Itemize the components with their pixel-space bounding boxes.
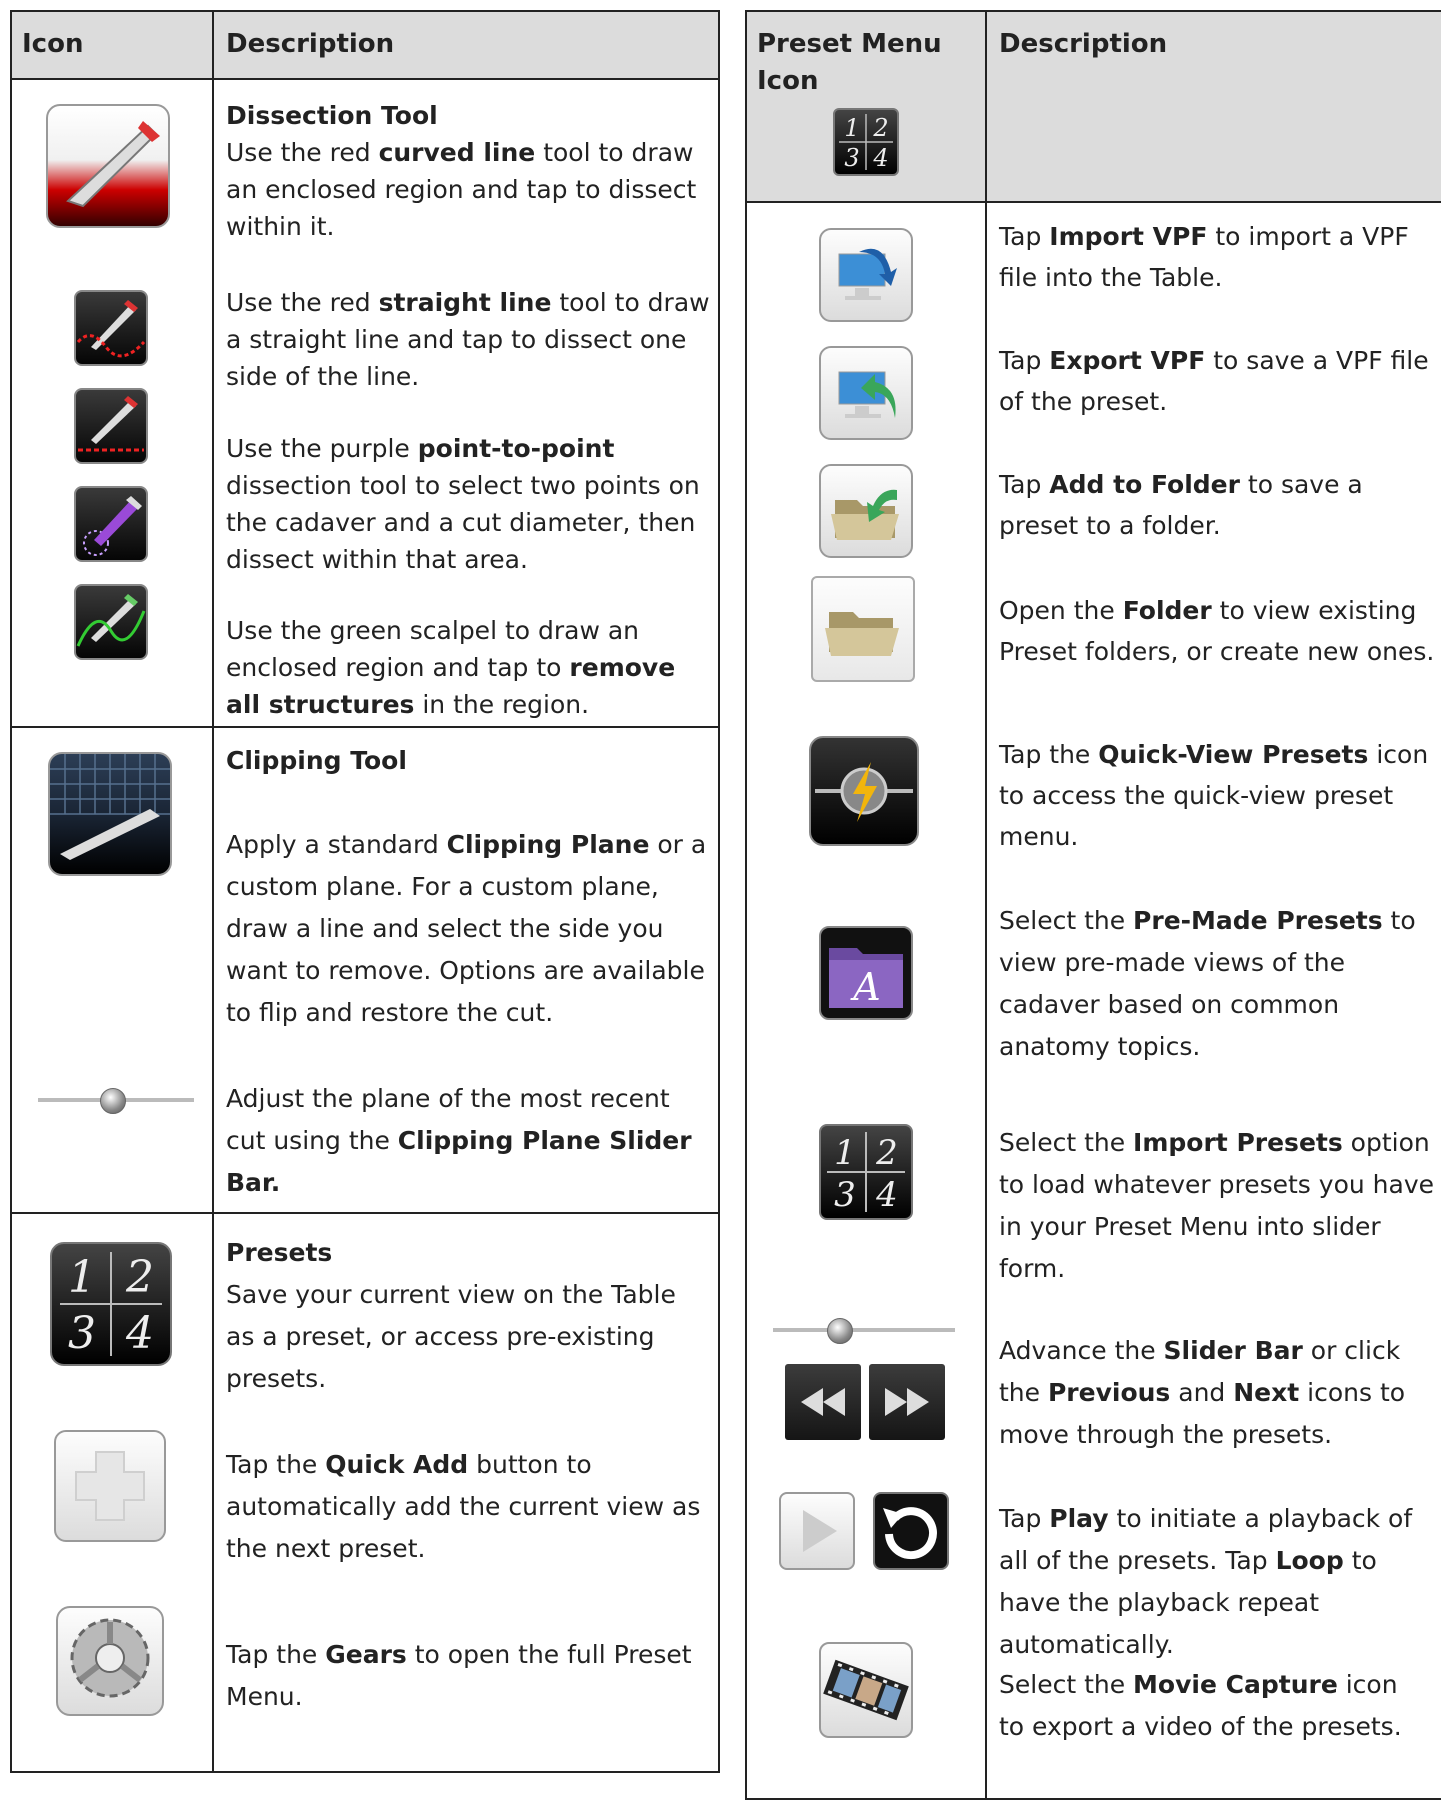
row-slider-bar: Advance the Slider Bar or click the Prev… — [999, 1336, 1406, 1449]
column-divider — [985, 12, 987, 1798]
svg-text:2: 2 — [875, 1133, 898, 1173]
svg-text:3: 3 — [68, 1308, 96, 1359]
svg-text:3: 3 — [844, 144, 859, 172]
slider-knob[interactable] — [100, 1088, 126, 1114]
presets-p3: Tap the Gears to open the full Preset Me… — [226, 1640, 692, 1711]
dissection-p4: Use the green scalpel to draw an enclose… — [226, 616, 676, 719]
presets-description: Presets Save your current view on the Ta… — [226, 1232, 706, 1400]
pre-made-presets-icon[interactable]: A — [819, 926, 913, 1020]
row-divider — [12, 1212, 718, 1214]
svg-text:4: 4 — [125, 1308, 154, 1359]
clipping-p2: Adjust the plane of the most recent cut … — [226, 1084, 692, 1197]
dissection-tool-icon — [46, 104, 170, 228]
svg-text:1: 1 — [844, 114, 859, 142]
preset-menu-table-right: Preset Menu Icon Description 1 2 3 4 Tap… — [745, 10, 1441, 1800]
svg-text:1: 1 — [68, 1252, 96, 1303]
quick-view-presets-icon[interactable] — [809, 736, 919, 846]
preset-slider-knob[interactable] — [827, 1318, 853, 1344]
export-vpf-icon[interactable] — [819, 346, 913, 440]
svg-text:1: 1 — [834, 1133, 856, 1173]
loop-icon[interactable] — [873, 1492, 949, 1570]
row-divider — [12, 726, 718, 728]
preset-slider-bar[interactable] — [773, 1328, 955, 1332]
svg-text:4: 4 — [872, 144, 888, 172]
svg-text:4: 4 — [875, 1175, 898, 1215]
folder-icon[interactable] — [811, 576, 915, 682]
point-to-point-icon — [74, 486, 148, 562]
presets-title: Presets — [226, 1238, 333, 1267]
svg-text:2: 2 — [872, 114, 888, 142]
clipping-tool-icon — [48, 752, 172, 876]
icon-description-table-left: Icon Description Dissection Tool Use the… — [10, 10, 720, 1773]
dissection-p2: Use the red straight line tool to draw a… — [226, 288, 710, 391]
gears-icon[interactable] — [56, 1606, 164, 1716]
quick-add-icon[interactable] — [54, 1430, 166, 1542]
clipping-title: Clipping Tool — [226, 746, 407, 775]
row-export-vpf: Tap Export VPF to save a VPF file of the… — [999, 346, 1429, 416]
header-preset-menu-icon: Preset Menu Icon — [757, 29, 942, 96]
clipping-p1: Apply a standard Clipping Plane or a cus… — [226, 830, 707, 1027]
straight-line-icon — [74, 388, 148, 464]
svg-text:A: A — [850, 965, 880, 1009]
dissection-p3: Use the purple point-to-point dissection… — [226, 434, 700, 574]
header-icon: Icon — [22, 29, 84, 59]
row-add-to-folder: Tap Add to Folder to save a preset to a … — [999, 470, 1363, 540]
dissection-title: Dissection Tool — [226, 101, 438, 130]
column-divider — [212, 12, 214, 1771]
row-import-vpf: Tap Import VPF to import a VPF file into… — [999, 222, 1409, 292]
row-quick-view: Tap the Quick-View Presets icon to acces… — [999, 740, 1429, 851]
header-description: Description — [999, 29, 1168, 59]
next-icon[interactable] — [869, 1364, 945, 1440]
movie-capture-icon[interactable] — [819, 1642, 913, 1738]
dissection-description: Dissection Tool Use the red curved line … — [226, 97, 706, 245]
svg-text:3: 3 — [834, 1175, 856, 1215]
row-folder: Open the Folder to view existing Preset … — [999, 596, 1435, 666]
dissection-p1: Use the red curved line tool to draw an … — [226, 138, 697, 241]
add-to-folder-icon[interactable] — [819, 464, 913, 558]
presets-grid-icon: 1 2 3 4 — [50, 1242, 172, 1366]
row-play-loop: Tap Play to initiate a playback of all o… — [999, 1504, 1413, 1659]
preset-menu-grid-icon: 1 2 3 4 — [833, 108, 899, 176]
row-pre-made: Select the Pre-Made Presets to view pre-… — [999, 906, 1416, 1061]
play-icon[interactable] — [779, 1492, 855, 1570]
green-scalpel-icon — [74, 584, 148, 660]
import-vpf-icon[interactable] — [819, 228, 913, 322]
row-import-presets: Select the Import Presets option to load… — [999, 1128, 1434, 1283]
svg-text:2: 2 — [125, 1252, 154, 1303]
presets-p2: Tap the Quick Add button to automaticall… — [226, 1450, 701, 1563]
import-presets-icon[interactable]: 1 2 3 4 — [819, 1124, 913, 1220]
curved-line-icon — [74, 290, 148, 366]
previous-icon[interactable] — [785, 1364, 861, 1440]
presets-p1: Save your current view on the Table as a… — [226, 1280, 676, 1393]
row-movie-capture: Select the Movie Capture icon to export … — [999, 1670, 1402, 1741]
header-description: Description — [226, 29, 395, 59]
